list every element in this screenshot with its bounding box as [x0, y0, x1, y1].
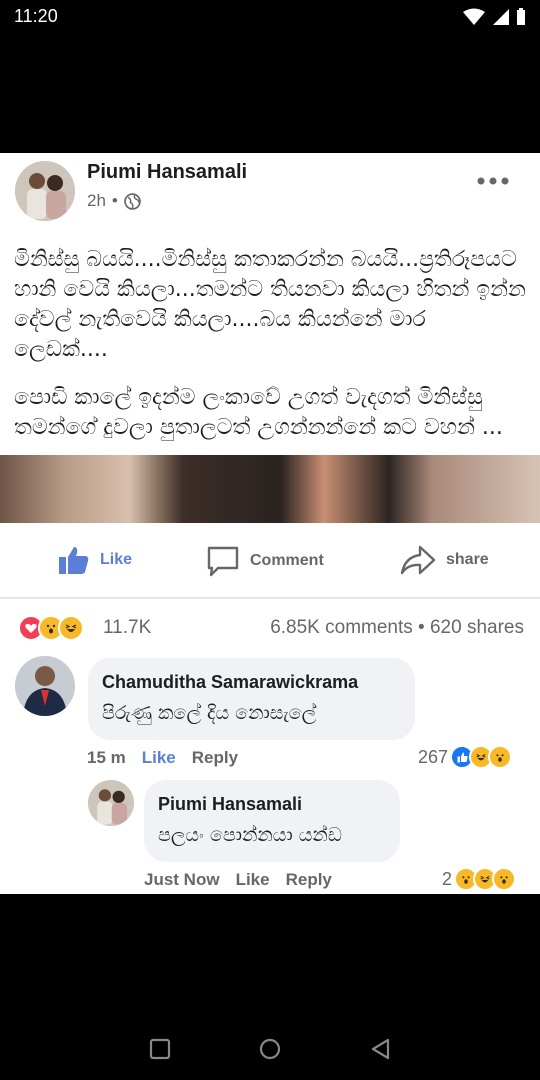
reply-reactions[interactable]: 2: [442, 867, 517, 891]
reply-reaction-count: 2: [442, 868, 453, 889]
post-meta: 2h •: [87, 191, 141, 211]
share-label: share: [446, 551, 489, 568]
back-icon[interactable]: [370, 1038, 392, 1060]
reply-text: පලයං පොන්නයා යන්ඩ: [158, 824, 342, 846]
comment-meta: 15 m Like Reply: [87, 748, 238, 768]
like-button[interactable]: Like: [58, 545, 132, 575]
post-time[interactable]: 2h: [87, 191, 106, 211]
share-icon: [400, 545, 436, 575]
post-actions: Like Comment share: [0, 531, 540, 589]
post-card: Piumi Hansamali 2h • මිනිස්සු බයයි....මි…: [0, 153, 540, 894]
comment-author[interactable]: Chamuditha Samarawickrama: [102, 672, 358, 693]
reply-time: Just Now: [144, 870, 220, 889]
reply-reply-button[interactable]: Reply: [286, 870, 332, 890]
haha-reaction-icon: [58, 615, 84, 641]
reaction-icons: [18, 615, 84, 641]
reply-meta: Just Now Like Reply: [144, 870, 332, 890]
post-body: මිනිස්සු බයයි....මිනිස්සු කතාකරන්න බයයි.…: [14, 245, 526, 461]
like-label: Like: [100, 551, 133, 568]
status-time: 11:20: [14, 6, 58, 26]
comment-time: 15 m: [87, 748, 126, 767]
more-options-icon[interactable]: [476, 171, 510, 190]
comment-label: Comment: [250, 552, 324, 569]
reply-author-avatar[interactable]: [88, 780, 134, 826]
comment-like-button[interactable]: Like: [142, 748, 176, 768]
comment-reaction-count: 267: [418, 746, 449, 767]
wow-reaction-icon: [492, 867, 517, 891]
comment-icon: [207, 546, 239, 577]
navigation-bar: [0, 1020, 540, 1080]
comment-bubble[interactable]: Chamuditha Samarawickrama පිරුණු කලේ දිය…: [88, 658, 415, 740]
comment-reply-button[interactable]: Reply: [192, 748, 238, 768]
comments-shares-count[interactable]: 6.85K comments • 620 shares: [270, 617, 524, 639]
status-icons: [462, 8, 526, 26]
signal-icon: [493, 9, 509, 25]
reply-bubble[interactable]: Piumi Hansamali පලයං පොන්නයා යන්ඩ: [144, 780, 400, 862]
share-button[interactable]: share: [400, 545, 489, 575]
wow-reaction-icon: [488, 745, 513, 769]
globe-icon: [124, 192, 141, 210]
post-stats[interactable]: 11.7K 6.85K comments • 620 shares: [0, 613, 540, 643]
comment-button[interactable]: Comment: [206, 545, 324, 577]
divider: [0, 597, 540, 599]
post-author-avatar[interactable]: [15, 161, 75, 221]
home-icon[interactable]: [258, 1037, 282, 1061]
battery-icon: [517, 8, 525, 25]
post-paragraph-1: මිනිස්සු බයයි....මිනිස්සු කතාකරන්න බයයි.…: [14, 247, 526, 362]
reaction-count: 11.7K: [103, 617, 152, 638]
recents-icon[interactable]: [149, 1038, 171, 1060]
reply-author[interactable]: Piumi Hansamali: [158, 794, 302, 815]
post-photo[interactable]: [0, 455, 540, 523]
wifi-icon: [463, 8, 485, 25]
post-author-name[interactable]: Piumi Hansamali: [87, 161, 247, 184]
meta-separator: •: [111, 191, 118, 210]
post-paragraph-2: පොඩි කාලේ ඉදන්ම ලංකාවේ උගත් වැදගත් මිනිස…: [14, 385, 503, 440]
status-bar: 11:20: [0, 0, 540, 34]
thumbs-up-icon: [59, 547, 89, 574]
commenter-avatar[interactable]: [15, 656, 75, 716]
comment-reactions[interactable]: 267: [418, 745, 513, 769]
comment-text: පිරුණු කලේ දිය නොසැලේ: [102, 702, 317, 724]
reply-like-button[interactable]: Like: [236, 870, 270, 890]
